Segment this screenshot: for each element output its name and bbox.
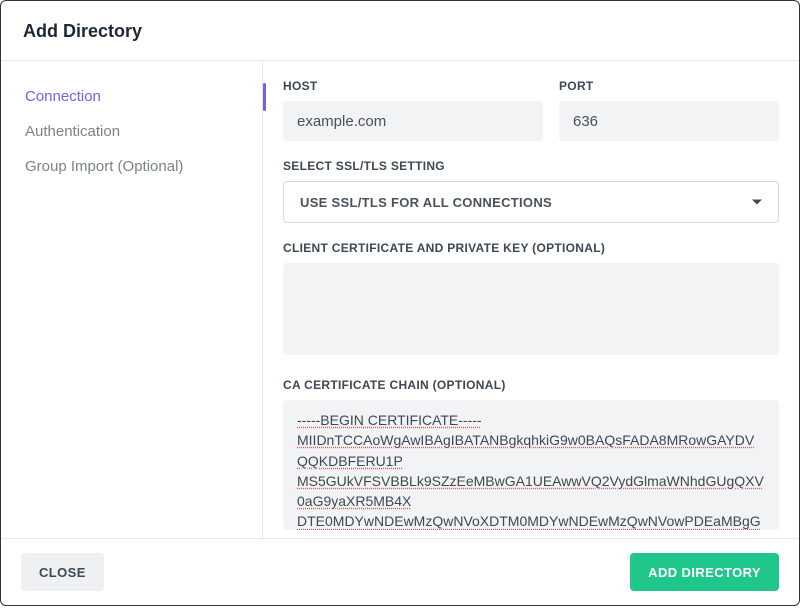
- host-input[interactable]: [283, 101, 543, 141]
- client-cert-textarea[interactable]: [283, 263, 779, 355]
- port-label: PORT: [559, 79, 779, 93]
- sidebar-item-authentication[interactable]: Authentication: [1, 114, 262, 149]
- ca-chain-label: CA CERTIFICATE CHAIN (OPTIONAL): [283, 378, 779, 392]
- add-directory-modal: Add Directory Connection Authentication …: [0, 0, 800, 606]
- sidebar-item-label: Authentication: [25, 123, 120, 140]
- close-button[interactable]: CLOSE: [21, 553, 104, 591]
- ca-chain-textarea[interactable]: -----BEGIN CERTIFICATE----- MIIDnTCCAoWg…: [283, 400, 779, 530]
- client-cert-label: CLIENT CERTIFICATE AND PRIVATE KEY (OPTI…: [283, 241, 779, 255]
- sidebar-item-label: Group Import (Optional): [25, 158, 183, 175]
- sidebar-item-connection[interactable]: Connection: [1, 79, 262, 114]
- content-pane: HOST PORT SELECT SSL/TLS SETTING USE SSL…: [263, 61, 799, 538]
- host-label: HOST: [283, 79, 543, 93]
- client-cert-field-group: CLIENT CERTIFICATE AND PRIVATE KEY (OPTI…: [283, 241, 779, 360]
- sidebar-item-group-import[interactable]: Group Import (Optional): [1, 149, 262, 184]
- sidebar: Connection Authentication Group Import (…: [1, 61, 263, 538]
- add-directory-button[interactable]: ADD DIRECTORY: [630, 553, 779, 591]
- port-input[interactable]: [559, 101, 779, 141]
- ssl-label: SELECT SSL/TLS SETTING: [283, 159, 779, 173]
- ca-chain-first-line: -----BEGIN CERTIFICATE-----: [297, 412, 482, 428]
- active-tab-indicator: [263, 83, 266, 111]
- ssl-select[interactable]: USE SSL/TLS FOR ALL CONNECTIONS: [283, 181, 779, 223]
- modal-header: Add Directory: [1, 1, 799, 61]
- sidebar-item-label: Connection: [25, 88, 101, 105]
- host-field-group: HOST: [283, 79, 543, 141]
- modal-title: Add Directory: [23, 21, 777, 42]
- chevron-down-icon: [752, 200, 762, 205]
- port-field-group: PORT: [559, 79, 779, 141]
- ca-chain-body: MIIDnTCCAoWgAwIBAgIBATANBgkqhkiG9w0BAQsF…: [297, 432, 764, 530]
- ssl-field-group: SELECT SSL/TLS SETTING USE SSL/TLS FOR A…: [283, 159, 779, 223]
- ssl-selected-value: USE SSL/TLS FOR ALL CONNECTIONS: [300, 195, 552, 210]
- modal-body: Connection Authentication Group Import (…: [1, 61, 799, 538]
- ca-chain-field-group: CA CERTIFICATE CHAIN (OPTIONAL) -----BEG…: [283, 378, 779, 530]
- modal-footer: CLOSE ADD DIRECTORY: [1, 538, 799, 605]
